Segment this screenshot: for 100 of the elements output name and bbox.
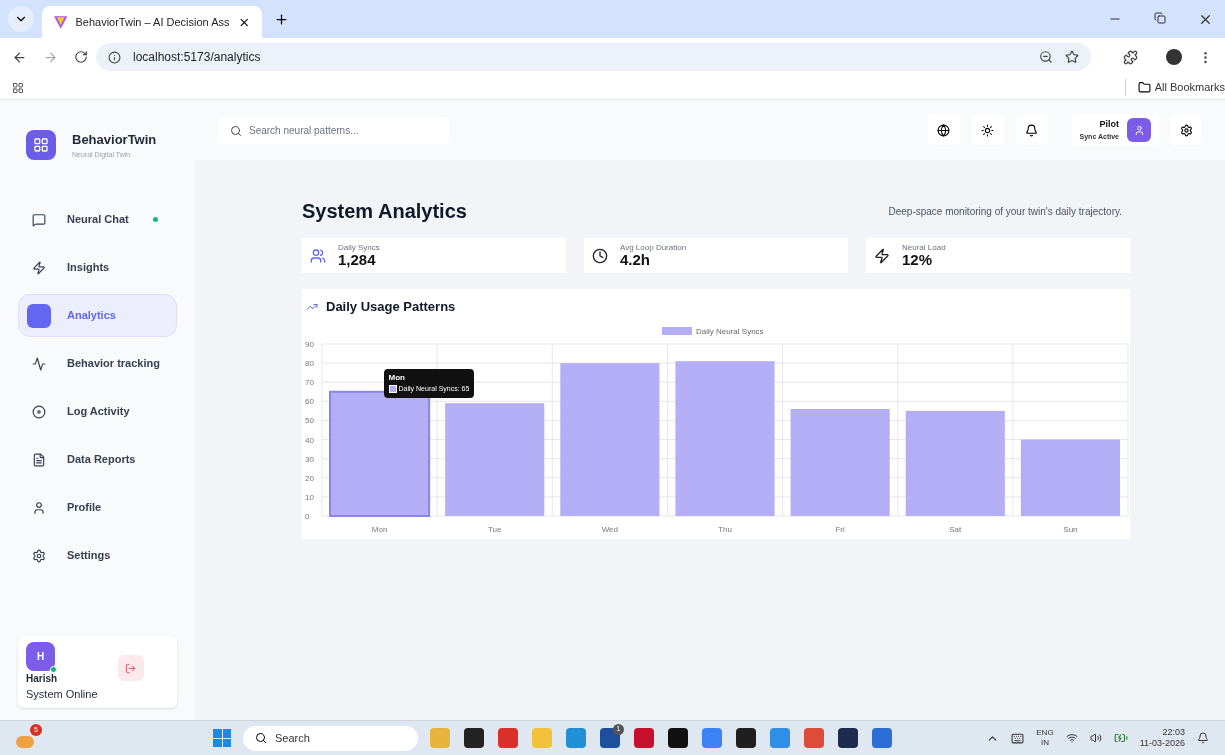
stat-value: 12% xyxy=(902,252,934,267)
zoom-icon[interactable] xyxy=(1039,50,1053,64)
tooltip-swatch xyxy=(388,385,397,394)
nav-item[interactable]: Data Reports xyxy=(18,438,177,481)
users-icon xyxy=(310,247,326,264)
stat-label: Daily Syncs xyxy=(338,244,380,252)
lightning-icon xyxy=(32,260,46,275)
axis-category-label: Sun xyxy=(1063,524,1078,534)
axis-tick-label: 40 xyxy=(305,435,314,445)
page-subtitle: Deep-space monitoring of your twin's daily trajectory. xyxy=(888,204,1122,219)
nav-item[interactable]: Behavior tracking xyxy=(18,342,177,385)
restore-icon[interactable] xyxy=(1154,11,1166,24)
chat-icon xyxy=(32,212,46,227)
language-indicator[interactable]: ENG IN xyxy=(1036,728,1054,748)
nav-item[interactable]: Settings xyxy=(18,534,177,577)
tooltip-title: Mon xyxy=(388,372,406,384)
profile-icon[interactable] xyxy=(1166,49,1182,65)
user-avatar-icon xyxy=(1127,118,1151,142)
user-icon xyxy=(32,500,46,515)
user-status: System Online xyxy=(26,686,98,702)
pulse-icon xyxy=(32,356,46,371)
notifications-button[interactable] xyxy=(1015,115,1048,145)
settings-button[interactable] xyxy=(1171,115,1201,145)
legend-swatch xyxy=(662,326,692,335)
chart-title: Daily Usage Patterns xyxy=(326,298,456,316)
axis-tick-label: 60 xyxy=(305,396,314,406)
stat-value: 1,284 xyxy=(338,252,376,267)
nav-item[interactable]: Insights xyxy=(18,246,177,289)
axis-category-label: Tue xyxy=(487,524,502,534)
axis-tick-label: 50 xyxy=(305,415,314,425)
brand-name: BehaviorTwin xyxy=(72,131,157,149)
stat-label: Avg Loop Duration xyxy=(620,244,687,252)
axis-category-label: Mon xyxy=(371,524,388,534)
axis-tick-label: 80 xyxy=(305,358,314,368)
language-button[interactable] xyxy=(927,115,960,145)
bookmarks-button[interactable]: All Bookmarks xyxy=(1124,79,1225,96)
reload-icon[interactable] xyxy=(74,50,88,64)
axis-tick-label: 0 xyxy=(305,511,310,521)
axis-tick-label: 90 xyxy=(305,339,314,349)
taskbar-app-icon[interactable] xyxy=(736,728,756,748)
settings-icon xyxy=(1179,123,1193,137)
theme-button[interactable] xyxy=(971,115,1004,145)
taskbar-app-icon[interactable] xyxy=(464,728,484,748)
page-title: System Analytics xyxy=(302,199,467,224)
globe-icon xyxy=(937,123,951,137)
search-label: Search xyxy=(275,730,310,746)
browser-tab[interactable]: BehaviorTwin – AI Decision Ass xyxy=(42,6,262,38)
axis-tick-label: 70 xyxy=(305,377,314,387)
axis-tick-label: 20 xyxy=(305,473,314,483)
taskbar-search-field[interactable]: Search xyxy=(243,725,418,751)
axis-category-label: Fri xyxy=(835,524,845,534)
axis-tick-label: 30 xyxy=(305,454,314,464)
user-name: Harish xyxy=(26,671,59,686)
sun-icon xyxy=(981,123,995,137)
user-avatar: H xyxy=(26,641,55,671)
axis-category-label: Thu xyxy=(718,524,732,534)
search-field[interactable]: Search neural patterns... xyxy=(219,116,449,144)
nav-item[interactable]: Neural Chat xyxy=(18,198,177,241)
bell-icon xyxy=(1025,123,1039,137)
target-icon xyxy=(32,404,46,419)
logout-button[interactable] xyxy=(117,655,144,681)
volume-icon[interactable] xyxy=(1089,732,1102,744)
legend-label: Daily Neural Syncs xyxy=(696,326,764,336)
address-bar[interactable]: localhost:5173/analytics xyxy=(96,43,1091,71)
search-icon xyxy=(230,124,242,137)
stat-value: 4.2h xyxy=(620,252,650,267)
star-icon[interactable] xyxy=(1065,50,1079,64)
new-tab-icon[interactable] xyxy=(274,11,289,27)
settings-icon xyxy=(32,548,46,563)
keyboard-icon[interactable] xyxy=(1011,731,1025,745)
clock-icon xyxy=(592,247,608,264)
tab-title: BehaviorTwin – AI Decision Ass xyxy=(75,14,230,30)
apps-icon[interactable] xyxy=(12,81,24,94)
folder-icon xyxy=(1137,81,1151,94)
nav-item[interactable]: Log Activity xyxy=(18,390,177,433)
user-name: Pilot xyxy=(1099,118,1119,131)
notifications-icon[interactable] xyxy=(1197,732,1209,744)
search-icon xyxy=(255,732,267,744)
favicon-icon xyxy=(54,15,68,29)
extensions-icon[interactable] xyxy=(1123,49,1138,65)
axis-tick-label: 10 xyxy=(305,492,314,502)
start-icon[interactable] xyxy=(213,729,231,747)
nav-item[interactable]: Analytics xyxy=(18,294,177,337)
logout-icon xyxy=(125,662,137,674)
battery-icon[interactable] xyxy=(1113,731,1128,745)
info-icon xyxy=(108,50,121,64)
nav-item[interactable]: Profile xyxy=(18,486,177,529)
square-icon xyxy=(27,303,51,328)
clock[interactable]: 22:03 11-03-2026 xyxy=(1139,726,1185,750)
back-icon[interactable] xyxy=(12,49,27,65)
taskbar-app-icon[interactable] xyxy=(668,728,688,748)
taskbar-app-icon[interactable] xyxy=(838,728,858,748)
document-icon xyxy=(32,452,46,467)
axis-category-label: Wed xyxy=(601,524,618,534)
wifi-icon[interactable] xyxy=(1065,732,1078,744)
logo-icon xyxy=(26,130,56,160)
stat-label: Neural Load xyxy=(902,244,946,252)
axis-category-label: Sat xyxy=(949,524,962,534)
lightning-icon xyxy=(874,247,890,264)
tab-list-button[interactable] xyxy=(8,6,34,32)
